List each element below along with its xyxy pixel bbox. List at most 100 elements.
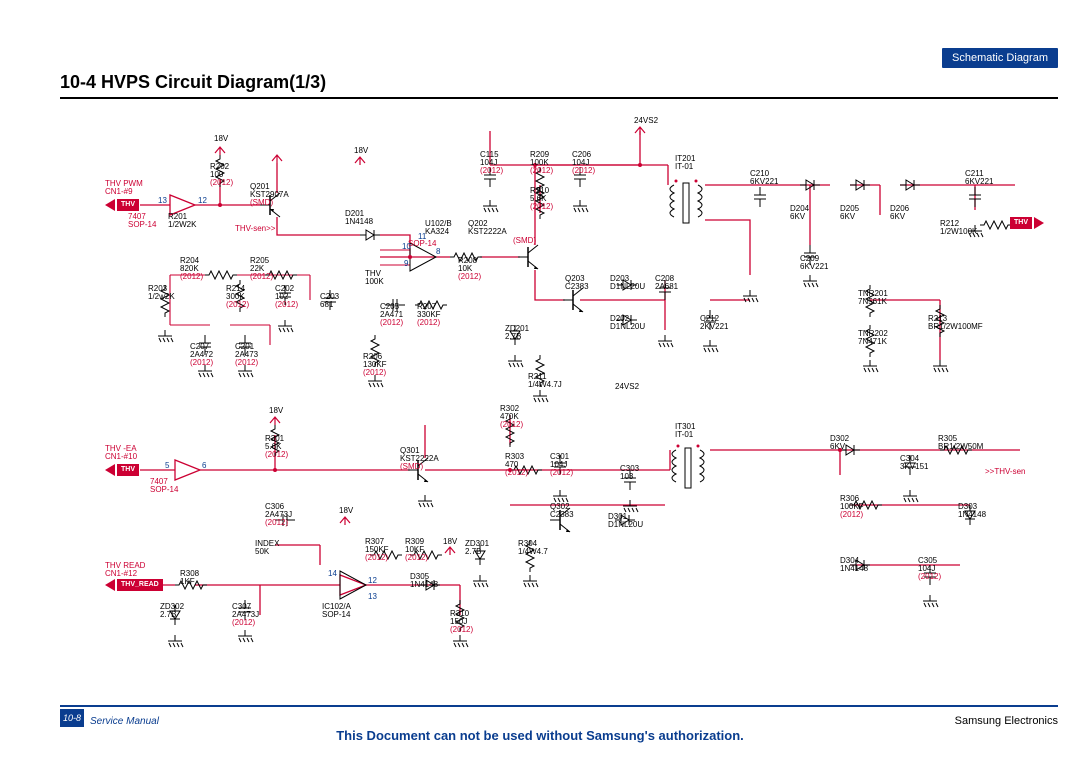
thv-ea-pill: THV bbox=[105, 464, 139, 476]
header-corner-label: Schematic Diagram bbox=[942, 48, 1058, 68]
lbl-d206: D206 6KV bbox=[890, 205, 909, 222]
lbl-c303: C303 103 bbox=[620, 465, 639, 482]
lbl-r303pkg: (2012) bbox=[505, 469, 528, 477]
pin-6: 6 bbox=[202, 462, 206, 470]
lbl-c205pkg: (2012) bbox=[380, 319, 403, 327]
lbl-r208pkg: (2012) bbox=[458, 273, 481, 281]
lbl-r204pkg: (2012) bbox=[180, 273, 203, 281]
page-number-badge: 10-8 bbox=[60, 709, 84, 727]
rail-18v-e: 18V bbox=[443, 538, 457, 546]
lbl-u102b: U102/B KA324 bbox=[425, 220, 452, 237]
sig-thv-read: THV READ CN1-#12 bbox=[105, 562, 145, 579]
lbl-r205pkg: (2012) bbox=[250, 273, 273, 281]
lbl-ic102a: IC102/A SOP-14 bbox=[322, 603, 351, 620]
lbl-d304: D304 1N4148 bbox=[840, 557, 868, 574]
footer-right-text: Samsung Electronics bbox=[955, 715, 1058, 727]
rail-18v-a: 18V bbox=[214, 135, 228, 143]
lbl-r206pkg: (2012) bbox=[363, 369, 386, 377]
lbl-c206pkg: (2012) bbox=[572, 167, 595, 175]
lbl-q201pkg: (SMD) bbox=[250, 199, 273, 207]
lbl-c115pkg: (2012) bbox=[480, 167, 503, 175]
thv-read-pill: THV_READ bbox=[105, 579, 163, 591]
lbl-r202pkg: (2012) bbox=[210, 179, 233, 187]
lbl-r211: R211 1/4W4.7J bbox=[528, 373, 562, 390]
lbl-q302: Q302 C2383 bbox=[550, 503, 574, 520]
sig-thv-sen-out: >>THV-sen bbox=[985, 468, 1025, 476]
lbl-q203: Q203 C2383 bbox=[565, 275, 589, 292]
lbl-r310pkg: (2012) bbox=[450, 626, 473, 634]
lbl-c306pkg: (2012) bbox=[265, 519, 288, 527]
thv-pwm-pill: THV bbox=[105, 199, 139, 211]
lbl-r305: R305 BR1/2W50M bbox=[938, 435, 983, 452]
rail-24vs2-mid: 24VS2 bbox=[615, 383, 639, 391]
lbl-c211: C211 6KV221 bbox=[965, 170, 993, 187]
sig-thv-pwm: THV PWM CN1-#9 bbox=[105, 180, 143, 197]
q202-symbol bbox=[518, 245, 538, 269]
lbl-zd302: ZD302 2.7B bbox=[160, 603, 184, 620]
title-rule bbox=[60, 97, 1058, 99]
lbl-d204: D204 6KV bbox=[790, 205, 809, 222]
pin-14: 14 bbox=[328, 570, 337, 578]
lbl-d303: D303 1N4148 bbox=[958, 503, 986, 520]
pin-5: 5 bbox=[165, 462, 169, 470]
lbl-r210pkg: (2012) bbox=[530, 203, 553, 211]
lbl-d201: D201 1N4148 bbox=[345, 210, 373, 227]
rail-18v-d: 18V bbox=[339, 507, 353, 515]
lbl-r209pkg: (2012) bbox=[530, 167, 553, 175]
sig-thv-sen: THV-sen>> bbox=[235, 225, 275, 233]
lbl-zd301: ZD301 2.7B bbox=[465, 540, 489, 557]
lbl-r213: R213 BR1/2W100MF bbox=[928, 315, 983, 332]
lbl-d305: D305 1N4148 bbox=[410, 573, 438, 590]
lbl-c212: C212 2KV221 bbox=[700, 315, 728, 332]
pin-12b: 12 bbox=[368, 577, 377, 585]
lbl-c208: C208 2A681 bbox=[655, 275, 678, 292]
lbl-d205: D205 6KV bbox=[840, 205, 859, 222]
lbl-r201: R201 1/2W2K bbox=[168, 213, 196, 230]
lbl-u102bpkg: SOP-14 bbox=[408, 240, 436, 248]
lbl-d301: D301 D1NL20U bbox=[608, 513, 643, 530]
lbl-c210: C210 6KV221 bbox=[750, 170, 778, 187]
lbl-d302: D302 6KV bbox=[830, 435, 849, 452]
d201-symbol bbox=[360, 230, 380, 240]
pin-9: 9 bbox=[404, 260, 408, 268]
thv-out-pill: THV bbox=[1010, 217, 1044, 229]
footer-rule bbox=[60, 705, 1058, 707]
lbl-it301: IT301 IT-01 bbox=[675, 423, 695, 440]
lbl-c203: C203 681 bbox=[320, 293, 339, 310]
r212-symbol bbox=[980, 221, 1012, 229]
lbl-c304: C304 3KV151 bbox=[900, 455, 928, 472]
lbl-c301pkg: (2012) bbox=[550, 469, 573, 477]
lbl-d202: D202 D1NL20U bbox=[610, 315, 645, 332]
pin-13: 13 bbox=[158, 197, 167, 205]
lbl-r301-ic: 7407 SOP-14 bbox=[150, 478, 178, 495]
lbl-zd201: ZD201 2.7B bbox=[505, 325, 529, 342]
pin-12: 12 bbox=[198, 197, 207, 205]
lbl-r212: R212 1/2W100K bbox=[940, 220, 977, 237]
lbl-r309pkg: (2012) bbox=[405, 554, 428, 562]
lbl-it201: IT201 IT-01 bbox=[675, 155, 695, 172]
lbl-r301pkg: (2012) bbox=[265, 451, 288, 459]
lbl-r214pkg: (2012) bbox=[226, 301, 249, 309]
lbl-c201pkg: (2012) bbox=[235, 359, 258, 367]
manual-label: Service Manual bbox=[90, 716, 159, 727]
pin-8: 8 bbox=[436, 248, 440, 256]
lbl-d203: D203 D1NL20U bbox=[610, 275, 645, 292]
lbl-tnr202: TNR202 7N471K bbox=[858, 330, 888, 347]
footer-center-text: This Document can not be used without Sa… bbox=[0, 728, 1080, 743]
ic102a-symbol bbox=[340, 571, 366, 599]
lbl-c305pkg: (2012) bbox=[918, 573, 941, 581]
lbl-thvtap: THV 100K bbox=[365, 270, 384, 287]
lbl-r307pkg: (2012) bbox=[365, 554, 388, 562]
pin-13b: 13 bbox=[368, 593, 377, 601]
rail-18v-b: 18V bbox=[354, 147, 368, 155]
sig-index: INDEX 50K bbox=[255, 540, 279, 557]
lbl-q202pkg: (SMD) bbox=[513, 237, 536, 245]
lbl-r306pkg: (2012) bbox=[840, 511, 863, 519]
it201-symbol bbox=[670, 180, 702, 224]
sig-thv-ea: THV -EA CN1-#10 bbox=[105, 445, 137, 462]
lbl-r201-ic: 7407 SOP-14 bbox=[128, 213, 156, 230]
c210-symbol bbox=[754, 187, 766, 207]
lbl-r302pkg: (2012) bbox=[500, 421, 523, 429]
lbl-r207pkg: (2012) bbox=[417, 319, 440, 327]
lbl-c209: C209 6KV221 bbox=[800, 255, 828, 272]
